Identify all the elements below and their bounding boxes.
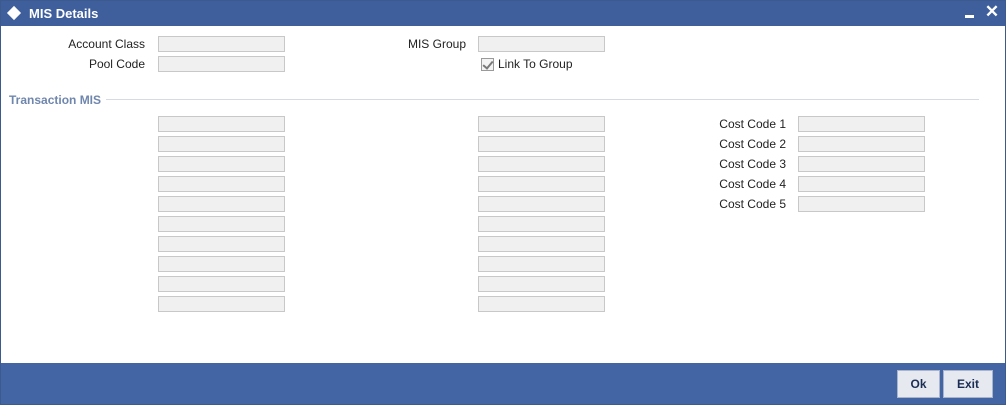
cost-code-4-label: Cost Code 4 — [719, 177, 786, 191]
transaction-mis-field-col1-4[interactable] — [158, 176, 285, 192]
cost-code-3-field[interactable] — [798, 156, 925, 172]
transaction-mis-field-col1-9[interactable] — [158, 276, 285, 292]
transaction-mis-field-col1-7[interactable] — [158, 236, 285, 252]
cost-code-3-label: Cost Code 3 — [719, 157, 786, 171]
transaction-mis-field-col1-6[interactable] — [158, 216, 285, 232]
transaction-mis-field-col1-10[interactable] — [158, 296, 285, 312]
cost-code-1-field[interactable] — [798, 116, 925, 132]
cost-code-5-field[interactable] — [798, 196, 925, 212]
transaction-mis-field-col2-2[interactable] — [478, 136, 605, 152]
close-icon[interactable]: ✕ — [984, 3, 1000, 21]
footer-bar — [1, 363, 1005, 404]
minimize-icon[interactable] — [963, 6, 977, 20]
title-bar: MIS Details ✕ — [1, 1, 1005, 26]
transaction-mis-field-col1-2[interactable] — [158, 136, 285, 152]
transaction-mis-field-col2-8[interactable] — [478, 256, 605, 272]
pool-code-field[interactable] — [158, 56, 285, 72]
transaction-mis-field-col1-3[interactable] — [158, 156, 285, 172]
transaction-mis-field-col2-1[interactable] — [478, 116, 605, 132]
cost-code-2-label: Cost Code 2 — [719, 137, 786, 151]
cost-code-2-field[interactable] — [798, 136, 925, 152]
transaction-mis-field-col2-10[interactable] — [478, 296, 605, 312]
transaction-mis-field-col2-6[interactable] — [478, 216, 605, 232]
link-to-group-label: Link To Group — [498, 57, 573, 71]
mis-details-window: MIS Details ✕ Account Class Pool Code MI… — [0, 0, 1006, 405]
ok-button[interactable]: Ok — [897, 370, 940, 398]
exit-button[interactable]: Exit — [943, 370, 993, 398]
cost-code-4-field[interactable] — [798, 176, 925, 192]
transaction-mis-title: Transaction MIS — [9, 93, 102, 107]
link-to-group-checkbox-box[interactable] — [481, 58, 494, 71]
transaction-mis-field-col1-1[interactable] — [158, 116, 285, 132]
diamond-icon — [6, 5, 22, 21]
transaction-mis-field-col2-5[interactable] — [478, 196, 605, 212]
transaction-mis-field-col2-7[interactable] — [478, 236, 605, 252]
transaction-mis-field-col1-8[interactable] — [158, 256, 285, 272]
transaction-mis-field-col1-5[interactable] — [158, 196, 285, 212]
transaction-mis-field-col2-3[interactable] — [478, 156, 605, 172]
cost-code-1-label: Cost Code 1 — [719, 117, 786, 131]
transaction-mis-field-col2-4[interactable] — [478, 176, 605, 192]
section-divider — [106, 99, 979, 100]
account-class-label: Account Class — [68, 37, 145, 51]
window-title: MIS Details — [29, 6, 99, 21]
mis-group-field[interactable] — [478, 36, 605, 52]
cost-code-5-label: Cost Code 5 — [719, 197, 786, 211]
mis-group-label: MIS Group — [407, 37, 466, 51]
transaction-mis-field-col2-9[interactable] — [478, 276, 605, 292]
account-class-field[interactable] — [158, 36, 285, 52]
pool-code-label: Pool Code — [88, 57, 145, 71]
